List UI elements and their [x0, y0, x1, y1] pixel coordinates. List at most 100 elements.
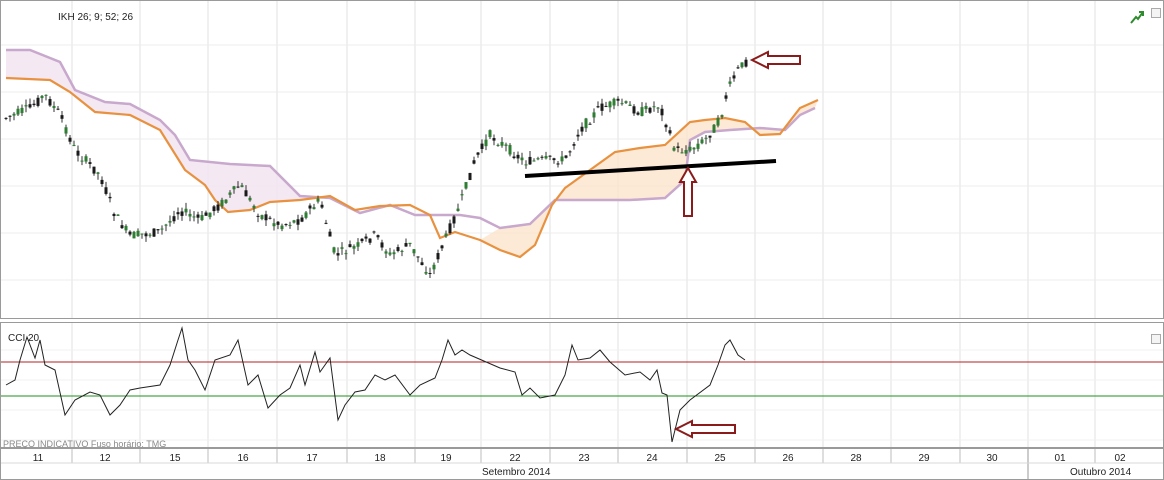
candle-body — [316, 198, 320, 202]
candle-body — [56, 108, 60, 110]
candle-body — [648, 107, 652, 113]
candle-body — [244, 190, 248, 197]
candle-body — [576, 134, 580, 137]
candle-body — [276, 221, 280, 225]
candle-body — [132, 231, 136, 239]
day-label: 23 — [578, 453, 590, 464]
day-label: 11 — [32, 453, 44, 464]
candle-body — [80, 160, 84, 162]
trend-icon[interactable] — [1130, 10, 1144, 24]
candle-body — [704, 137, 708, 139]
candle-body — [636, 112, 640, 115]
candle-body — [604, 105, 608, 107]
candle-body — [536, 158, 540, 160]
candle-body — [364, 236, 368, 239]
day-label: 19 — [440, 453, 452, 464]
candle-body — [408, 242, 412, 244]
candle-body — [340, 247, 344, 249]
candle-body — [728, 81, 732, 84]
candle-body — [732, 75, 736, 79]
candle-body — [464, 182, 468, 189]
candle-body — [584, 118, 588, 129]
candle-body — [688, 146, 692, 151]
candle-body — [8, 115, 12, 117]
candle-body — [548, 155, 552, 157]
candle-body — [692, 147, 696, 150]
candle-body — [640, 107, 644, 117]
candle-body — [440, 245, 444, 249]
candle-body — [596, 106, 600, 108]
candle-body — [660, 108, 664, 116]
candle-body — [60, 115, 64, 119]
candle-body — [700, 139, 704, 144]
candle-body — [568, 151, 572, 153]
day-label: 28 — [850, 453, 862, 464]
pane-settings-icon[interactable] — [1151, 8, 1161, 18]
candle-body — [480, 143, 484, 149]
candle-body — [372, 231, 376, 233]
candle-body — [508, 145, 512, 155]
candle-body — [632, 106, 636, 114]
day-label: 25 — [714, 453, 726, 464]
day-label: 16 — [237, 453, 249, 464]
candle-body — [552, 158, 556, 161]
candle-body — [624, 101, 628, 103]
candle-body — [212, 206, 216, 212]
candle-body — [628, 104, 632, 106]
candle-body — [600, 103, 604, 111]
candle-body — [264, 214, 268, 221]
candle-body — [168, 220, 172, 223]
candle-body — [196, 214, 200, 218]
candle-body — [724, 95, 728, 99]
candle-body — [412, 249, 416, 254]
candle-body — [64, 127, 68, 134]
candle-body — [620, 103, 624, 105]
candle-body — [184, 208, 188, 213]
candle-body — [280, 225, 284, 230]
candle-body — [224, 199, 228, 203]
candle-body — [680, 152, 684, 154]
candle-body — [108, 196, 112, 199]
candle-body — [332, 247, 336, 253]
candle-body — [384, 251, 388, 254]
candle-body — [176, 212, 180, 215]
candle-body — [328, 231, 332, 237]
candle-body — [88, 162, 92, 164]
candle-body — [432, 264, 436, 270]
candle-body — [16, 108, 20, 115]
candle-body — [256, 215, 260, 217]
candle-body — [312, 207, 316, 210]
candle-body — [84, 156, 88, 162]
candle-body — [48, 99, 52, 106]
candle-body — [420, 262, 424, 266]
day-label: 01 — [1054, 453, 1066, 464]
candle-body — [524, 164, 528, 166]
candle-body — [356, 242, 360, 247]
candle-body — [204, 212, 208, 216]
candle-body — [652, 106, 656, 108]
candle-body — [92, 166, 96, 174]
candle-body — [572, 144, 576, 146]
candle-body — [396, 247, 400, 251]
candle-body — [148, 234, 152, 236]
candle-body — [668, 130, 672, 134]
pane-settings-icon[interactable] — [1151, 334, 1161, 344]
candle-body — [380, 242, 384, 248]
day-label: 18 — [374, 453, 386, 464]
candle-body — [292, 220, 296, 223]
day-label: 22 — [509, 453, 521, 464]
candle-body — [644, 106, 648, 110]
candle-body — [388, 252, 392, 255]
candle-body — [12, 113, 16, 116]
candle-body — [456, 208, 460, 212]
candle-body — [156, 229, 160, 231]
candle-body — [28, 104, 32, 108]
candle-body — [304, 212, 308, 218]
candle-body — [260, 215, 264, 220]
candle-body — [152, 228, 156, 237]
candle-body — [424, 271, 428, 274]
candle-body — [128, 231, 132, 235]
candle-body — [300, 217, 304, 222]
candle-body — [252, 205, 256, 209]
candle-body — [36, 97, 40, 106]
